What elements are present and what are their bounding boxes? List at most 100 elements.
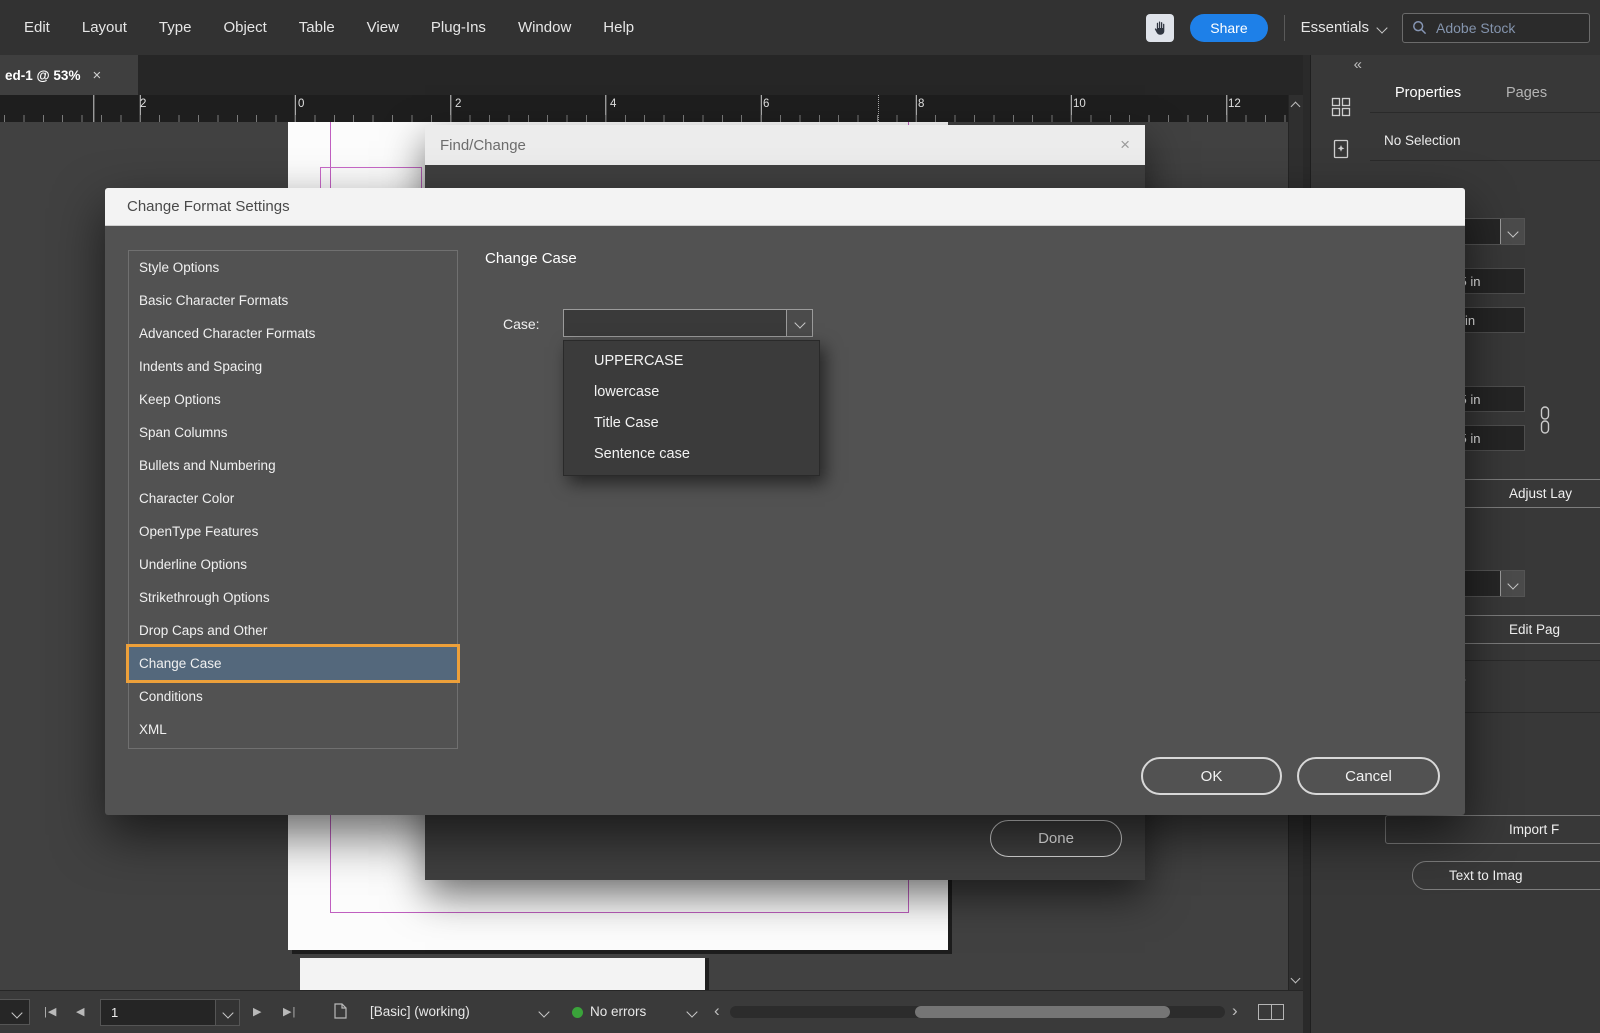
category-indents-and-spacing[interactable]: Indents and Spacing [129,350,457,383]
category-advanced-character-formats[interactable]: Advanced Character Formats [129,317,457,350]
done-button[interactable]: Done [990,820,1122,857]
selection-status: No Selection [1384,133,1461,148]
chevron-down-icon [1500,571,1524,596]
scroll-down-arrow-icon[interactable] [1291,974,1301,984]
ruler-label: 6 [763,98,769,110]
category-bullets-and-numbering[interactable]: Bullets and Numbering [129,449,457,482]
ruler-label: 0 [298,98,304,110]
import-file-button[interactable]: Import F [1385,815,1600,844]
scroll-left-button[interactable]: ‹ [714,1001,720,1021]
document-tab-bar: ed-1 @ 53% × [0,55,1303,95]
adobe-stock-input[interactable] [1434,19,1568,37]
chevron-down-icon [1500,219,1524,244]
ruler-cursor-indicator [878,95,879,122]
menu-item-edit[interactable]: Edit [8,0,66,55]
menu-item-window[interactable]: Window [502,0,587,55]
section-title: Change Case [485,250,577,267]
cancel-button[interactable]: Cancel [1297,757,1440,795]
chevron-down-icon [538,1006,549,1017]
document-tab-title: ed-1 @ 53% [5,68,80,83]
category-opentype-features[interactable]: OpenType Features [129,515,457,548]
adobe-stock-search[interactable] [1402,13,1590,43]
workspace-switcher[interactable]: Essentials [1301,19,1386,36]
hand-tool-button[interactable] [1146,14,1174,42]
ruler-label: 2 [455,98,461,110]
close-icon[interactable]: × [92,67,101,84]
menu-item-help[interactable]: Help [587,0,650,55]
category-character-color[interactable]: Character Color [129,482,457,515]
tab-properties[interactable]: Properties [1395,85,1461,101]
menu-bar: Edit Layout Type Object Table View Plug-… [0,0,1600,55]
menu-item-view[interactable]: View [351,0,415,55]
menu-item-type[interactable]: Type [143,0,208,55]
menu-item-object[interactable]: Object [207,0,282,55]
preflight-status-dropdown[interactable]: No errors [590,1004,646,1019]
horizontal-scrollbar[interactable] [730,1006,1225,1018]
ruler-label: 8 [918,98,924,110]
no-errors-indicator [572,1007,583,1018]
first-page-button[interactable]: |◀ [44,1005,57,1018]
next-page-button[interactable]: ▶ [253,1005,262,1018]
ruler-label: 2 [140,98,146,110]
share-button[interactable]: Share [1190,14,1267,42]
chevron-down-icon [686,1006,697,1017]
menu-item-layout[interactable]: Layout [66,0,143,55]
grid-panel-icon [1331,97,1351,117]
page-icon[interactable] [334,1003,347,1022]
ruler-label: 4 [610,98,616,110]
spread-view-button[interactable] [1258,1004,1284,1020]
ruler-label: 10 [1073,98,1086,110]
chevron-down-icon [215,1000,239,1025]
tab-pages[interactable]: Pages [1506,85,1547,101]
libraries-panel-button[interactable] [1325,133,1357,165]
next-page-edge [300,958,705,990]
text-to-image-button[interactable]: Text to Imag [1412,861,1600,890]
category-span-columns[interactable]: Span Columns [129,416,457,449]
menu-item-table[interactable]: Table [283,0,351,55]
page-number-input[interactable]: 1 [100,999,240,1026]
page-star-icon [1331,139,1351,159]
option-sentence-case[interactable]: Sentence case [564,439,819,470]
chevron-down-icon [1376,22,1387,33]
menubar-divider [1284,15,1285,41]
option-lowercase[interactable]: lowercase [564,377,819,408]
format-category-list: Style Options Basic Character Formats Ad… [128,250,458,749]
category-keep-options[interactable]: Keep Options [129,383,457,416]
page-number-value: 1 [111,1005,118,1020]
find-change-titlebar[interactable]: Find/Change × [425,125,1145,165]
category-style-options[interactable]: Style Options [129,251,457,284]
scrollbar-thumb[interactable] [915,1006,1170,1018]
category-change-case[interactable]: Change Case [129,647,457,680]
zoom-level-dropdown[interactable] [0,999,30,1025]
grid-panel-button[interactable] [1325,91,1357,123]
status-bar: |◀ ◀ 1 ▶ ▶| [Basic] (working) No errors … [0,990,1303,1033]
dialog-titlebar[interactable]: Change Format Settings [105,188,1465,226]
find-change-title: Find/Change [440,137,526,154]
option-uppercase[interactable]: UPPERCASE [564,346,819,377]
previous-page-button[interactable]: ◀ [76,1005,85,1018]
ok-button[interactable]: OK [1141,757,1282,795]
category-conditions[interactable]: Conditions [129,680,457,713]
document-tab[interactable]: ed-1 @ 53% × [0,55,138,95]
change-format-settings-dialog: Change Format Settings Style Options Bas… [105,188,1465,815]
preflight-preset-dropdown[interactable]: [Basic] (working) [370,1004,470,1019]
category-drop-caps-and-other[interactable]: Drop Caps and Other [129,614,457,647]
category-basic-character-formats[interactable]: Basic Character Formats [129,284,457,317]
chevron-down-icon [786,310,812,336]
scroll-up-arrow-icon[interactable] [1291,102,1301,112]
close-icon[interactable]: × [1120,135,1130,155]
category-underline-options[interactable]: Underline Options [129,548,457,581]
case-dropdown[interactable] [563,309,813,337]
horizontal-ruler: 2 0 2 4 6 8 10 12 [0,95,1288,123]
panel-divider [1370,112,1600,113]
collapse-panel-button[interactable]: « [1354,56,1362,73]
scroll-right-button[interactable]: › [1232,1001,1238,1021]
option-title-case[interactable]: Title Case [564,408,819,439]
link-icon[interactable] [1538,405,1552,440]
hand-icon [1151,19,1169,37]
menu-item-plug-ins[interactable]: Plug-Ins [415,0,502,55]
dialog-title: Change Format Settings [127,198,290,215]
category-xml[interactable]: XML [129,713,457,746]
last-page-button[interactable]: ▶| [283,1005,296,1018]
category-strikethrough-options[interactable]: Strikethrough Options [129,581,457,614]
